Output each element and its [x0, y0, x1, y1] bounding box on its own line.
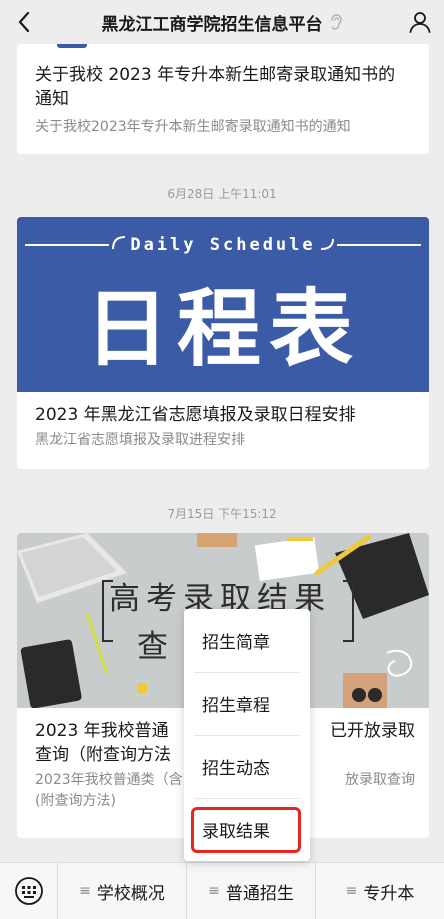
- tab-label: 学校概况: [96, 883, 165, 904]
- article-card[interactable]: Daily Schedule 日程表 2023 年黑龙江省志愿填报及录取日程安排…: [17, 217, 429, 469]
- article-banner: Daily Schedule 日程表: [17, 217, 429, 392]
- article-card[interactable]: 关于我校 2023 年专升本新生邮寄录取通知书的通知 关于我校2023年专升本新…: [17, 44, 429, 154]
- popup-menu: 招生简章 招生章程 招生动态 录取结果: [184, 609, 310, 861]
- message-timestamp: 6月28日 上午11:01: [167, 187, 277, 201]
- ear-icon: [329, 14, 343, 30]
- menu-lines-icon: ≡: [208, 883, 220, 899]
- article-title: 2023 年黑龙江省志愿填报及录取日程安排: [35, 405, 356, 425]
- back-chevron-icon[interactable]: [10, 8, 38, 36]
- tab-upgrade-to-bachelor[interactable]: ≡ 专升本: [316, 863, 444, 919]
- profile-icon[interactable]: [406, 8, 434, 36]
- bottom-menu-bar: ≡ 学校概况 ≡ 普通招生 ≡ 专升本: [0, 862, 444, 919]
- banner-chinese-title: 日程表: [84, 280, 361, 378]
- tab-label: 普通招生: [225, 883, 294, 904]
- menu-item-admission-results[interactable]: 录取结果: [184, 798, 310, 861]
- article-title-left: 2023 年我校普通: [35, 721, 169, 741]
- article-title: 关于我校 2023 年专升本新生邮寄录取通知书的通知: [35, 65, 396, 109]
- message-timestamp: 7月15日 下午15:12: [167, 507, 277, 521]
- banner-edge: [57, 44, 87, 48]
- page-title: 黑龙江工商学院招生信息平台: [101, 14, 323, 35]
- menu-item-admission-rules[interactable]: 招生章程: [184, 672, 310, 735]
- banner-english-title: Daily Schedule: [130, 235, 316, 255]
- article-summary-right: 放录取查询: [345, 772, 415, 788]
- tab-school-overview[interactable]: ≡ 学校概况: [58, 862, 187, 919]
- article-summary: 关于我校2023年专升本新生邮寄录取通知书的通知: [35, 119, 351, 135]
- banner-subtitle: 查: [137, 629, 174, 665]
- tab-general-admission[interactable]: ≡ 普通招生: [187, 862, 316, 919]
- keyboard-icon[interactable]: [0, 862, 58, 919]
- menu-lines-icon: ≡: [345, 883, 358, 899]
- top-bar: 黑龙江工商学院招生信息平台: [0, 0, 444, 44]
- tab-label: 专升本: [363, 883, 415, 904]
- menu-lines-icon: ≡: [79, 883, 91, 899]
- article-title-right: 已开放录取: [330, 721, 415, 741]
- article-summary-left: 2023年我校普通类（含: [35, 772, 183, 788]
- article-summary: 黑龙江省志愿填报及录取进程安排: [35, 432, 245, 448]
- menu-item-admission-brochure[interactable]: 招生简章: [184, 609, 310, 672]
- menu-item-admission-news[interactable]: 招生动态: [184, 735, 310, 798]
- title-wrap: 黑龙江工商学院招生信息平台: [70, 0, 374, 44]
